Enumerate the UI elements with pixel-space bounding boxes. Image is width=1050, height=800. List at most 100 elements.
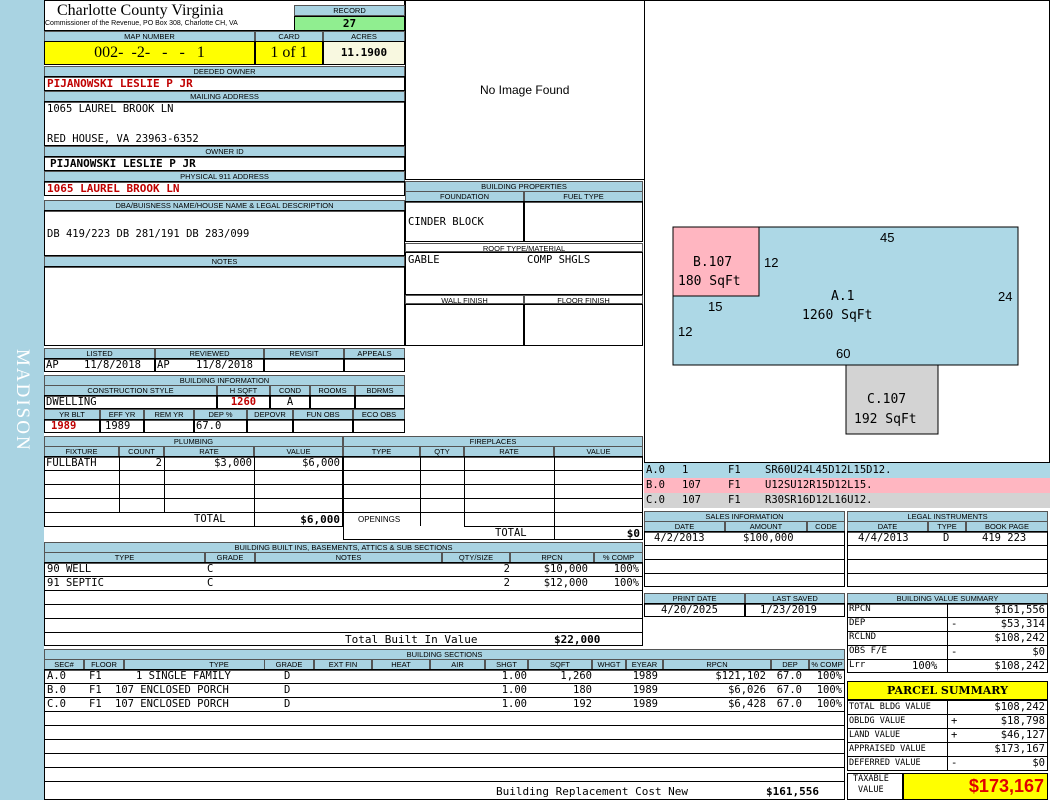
- sketch-code-row: B.0 107 F1 U12SU12R15D12L15.: [644, 478, 1050, 493]
- section-eyear: 1989: [632, 670, 658, 682]
- builtin-rpcn: $12,000: [543, 577, 588, 589]
- section-sqft: 1,260: [560, 670, 592, 682]
- fireplaces-total-label: TOTAL: [495, 527, 527, 539]
- roof-label: ROOF TYPE/MATERIAL: [405, 243, 643, 253]
- code-floor: F1: [728, 479, 741, 491]
- section-comp: 100%: [816, 670, 842, 682]
- wall-finish-box: [405, 304, 524, 346]
- code-text: U12SU12R15D12L15.: [765, 479, 873, 491]
- section-b-label: B.107: [693, 255, 733, 270]
- sections-header-row: SEC# FLOOR TYPE GRADE EXT FIN HEAT AIR S…: [44, 659, 845, 671]
- vs-obs-label: OBS F/E: [849, 646, 887, 656]
- vs-obs: $0: [1032, 646, 1045, 658]
- section-shgt: 1.00: [501, 684, 527, 696]
- floor-finish-label: FLOOR FINISH: [524, 295, 643, 305]
- section-shgt: 1.00: [501, 670, 527, 682]
- builtin-grade: C: [207, 577, 214, 589]
- code-sec: C.0: [646, 494, 665, 506]
- remyr-cell: [144, 419, 194, 433]
- no-image-text: No Image Found: [480, 83, 570, 97]
- mailing-line-2: RED HOUSE, VA 23963-6352: [47, 133, 199, 145]
- building-sketch: [672, 226, 1019, 435]
- owner-id: PIJANOWSKI LESLIE P JR: [50, 157, 196, 170]
- card-value: 1 of 1: [255, 41, 323, 65]
- vs-dep-label: DEP: [849, 618, 866, 628]
- hsqft-value: 1260: [230, 396, 257, 408]
- ps-deferred-label: DEFERRED VALUE: [849, 758, 921, 768]
- builtin-type: 91 SEPTIC: [47, 577, 104, 589]
- section-floor: F1: [89, 684, 102, 696]
- ecoobs-cell: [353, 419, 405, 433]
- builtin-rpcn: $10,000: [543, 563, 588, 575]
- code-n: 107: [682, 494, 701, 506]
- fireplaces-total: $0: [626, 527, 640, 540]
- section-b-sqft: 180 SqFt: [678, 274, 741, 289]
- sale-date: 4/2/2013: [654, 532, 705, 544]
- roof-type: GABLE: [408, 254, 440, 266]
- code-sec: B.0: [646, 479, 665, 491]
- ps-obldg-label: OBLDG VALUE: [849, 716, 906, 726]
- vs-rclnd-label: RCLND: [849, 632, 877, 642]
- ps-appraised: $173,167: [994, 743, 1045, 755]
- funobs-cell: [293, 419, 353, 433]
- dimension-12-top: 12: [764, 255, 779, 270]
- foundation-value: CINDER BLOCK: [408, 216, 484, 228]
- dimension-24: 24: [998, 289, 1013, 304]
- builtin-qty: 2: [503, 563, 510, 575]
- print-date: 4/20/2025: [661, 604, 718, 616]
- sidebar: MADISON: [0, 0, 44, 800]
- vs-lrr-pct: 100%: [912, 660, 938, 672]
- section-eyear: 1989: [632, 684, 658, 696]
- vs-rpcn: $161,556: [994, 604, 1045, 616]
- vs-dep: $53,314: [1000, 618, 1045, 630]
- section-rpcn: $6,026: [728, 684, 766, 696]
- construction-style: DWELLING: [46, 396, 97, 408]
- section-sec: B.0: [47, 684, 66, 696]
- plumbing-rate: $3,000: [214, 457, 252, 469]
- brcn-label: Building Replacement Cost New: [496, 785, 689, 798]
- revisit-box: [264, 358, 344, 372]
- section-grade: D: [284, 670, 291, 682]
- record-label: RECORD: [294, 5, 405, 16]
- deeded-owner: PIJANOWSKI LESLIE P JR: [47, 77, 193, 90]
- vs-lrr-label: Lrr: [849, 660, 866, 670]
- li-date: 4/4/2013: [858, 532, 909, 544]
- county-subtitle: Commissioner of the Revenue, PO Box 308,…: [45, 20, 238, 27]
- builtin-type: 90 WELL: [47, 563, 92, 575]
- brcn-value: $161,556: [766, 785, 819, 798]
- section-c-sqft: 192 SqFt: [854, 412, 917, 427]
- reviewed-date: 11/8/2018: [196, 359, 253, 371]
- effective-year: 1989: [105, 420, 131, 432]
- builtin-qty: 2: [503, 577, 510, 589]
- section-comp: 100%: [816, 684, 842, 696]
- section-type: 107 ENCLOSED PORCH: [115, 698, 229, 710]
- section-floor: F1: [89, 698, 102, 710]
- vs-rclnd: $108,242: [994, 632, 1045, 644]
- cond-value: A: [286, 396, 294, 408]
- ps-deferred: $0: [1032, 757, 1045, 769]
- listed-date: 11/8/2018: [84, 359, 141, 371]
- builtin-grade: C: [207, 563, 214, 575]
- section-grade: D: [284, 698, 291, 710]
- section-type: 1 SINGLE FAMILY: [136, 670, 231, 682]
- last-saved: 1/23/2019: [760, 604, 817, 616]
- vs-lrr: $108,242: [994, 660, 1045, 672]
- section-rpcn: $121,102: [715, 670, 766, 682]
- roof-material: COMP SHGLS: [527, 254, 591, 266]
- dimension-15: 15: [708, 299, 723, 314]
- physical-address: 1065 LAUREL BROOK LN: [47, 182, 180, 195]
- section-dep: 67.0: [776, 670, 802, 682]
- code-n: 1: [682, 464, 689, 476]
- vs-rpcn-label: RPCN: [849, 604, 871, 614]
- builtins-total: $22,000: [554, 633, 601, 646]
- fuel-type-box: [524, 201, 643, 242]
- dimension-60: 60: [836, 346, 851, 361]
- plumbing-fixture: FULLBATH: [46, 457, 97, 469]
- sketch-code-row: C.0 107 F1 R30SR16D12L16U12.: [644, 493, 1050, 508]
- section-sqft: 180: [573, 684, 592, 696]
- district-label: MADISON: [12, 348, 33, 452]
- ps-obldg: $18,798: [1000, 715, 1045, 727]
- dimension-12-left: 12: [678, 324, 693, 339]
- section-dep: 67.0: [776, 684, 802, 696]
- ps-appraised-label: APPRAISED VALUE: [849, 744, 926, 754]
